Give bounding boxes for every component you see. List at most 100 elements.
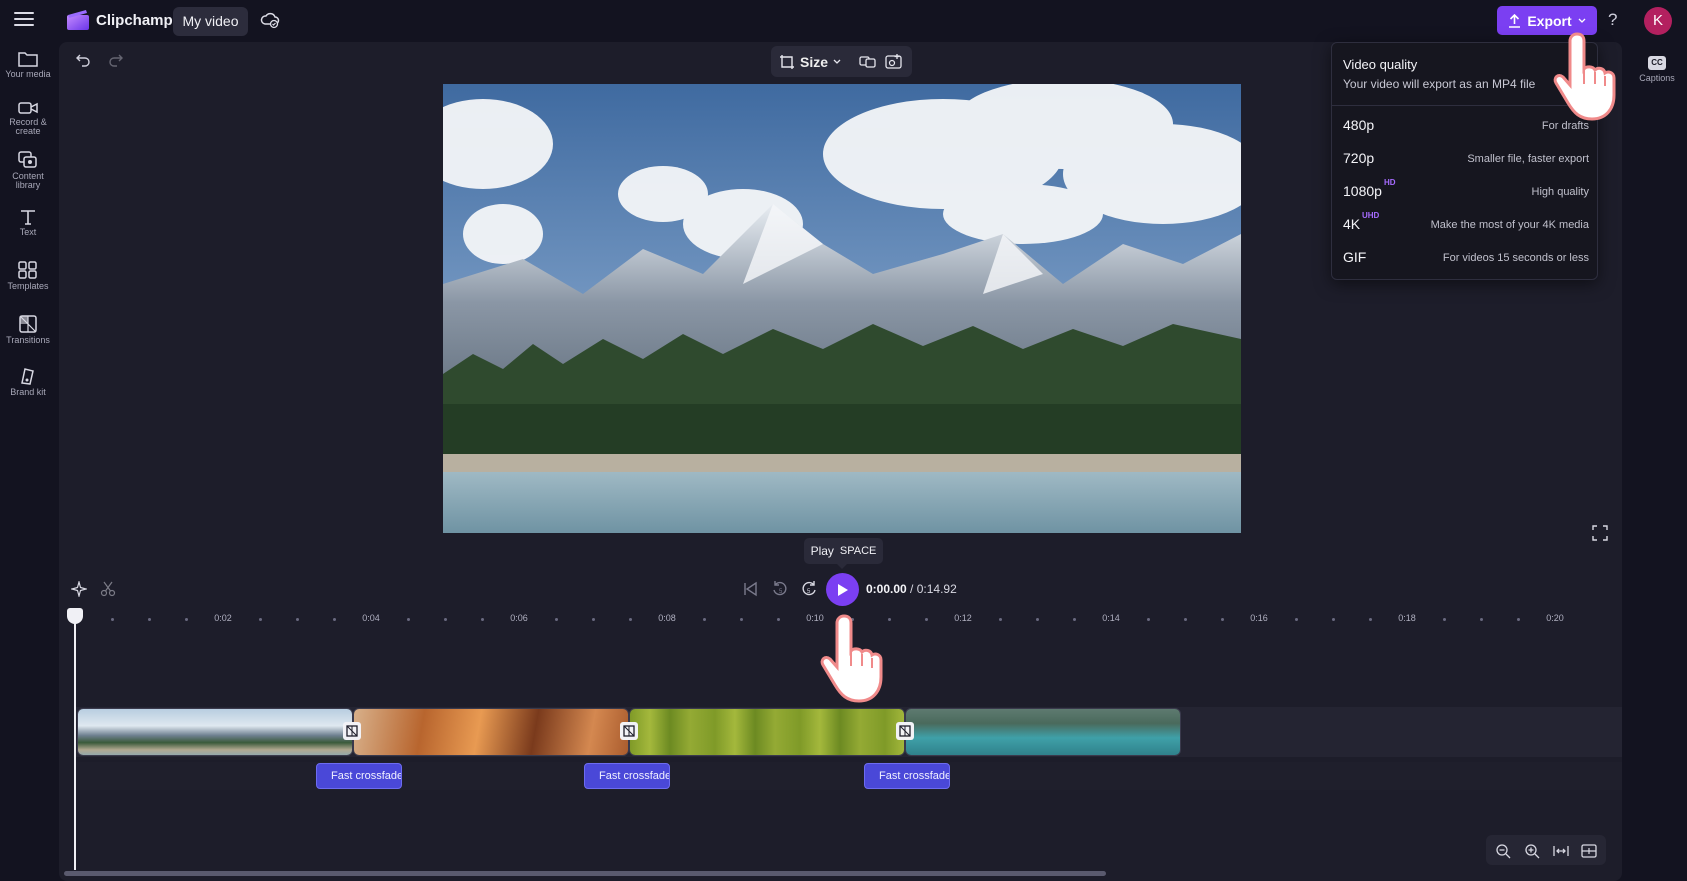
redo-icon[interactable] (108, 52, 124, 68)
quality-option-gif[interactable]: GIF For videos 15 seconds or less (1332, 243, 1599, 273)
text-icon (21, 210, 35, 225)
zoom-out-icon[interactable] (1495, 843, 1511, 859)
magic-sparkle-icon[interactable] (71, 581, 87, 597)
quality-description: High quality (1531, 186, 1589, 198)
export-label: Export (1527, 12, 1572, 29)
menu-subtitle: Your video will export as an MP4 file (1343, 77, 1536, 91)
play-tooltip: Play SPACE (804, 538, 883, 564)
transition-icon[interactable] (343, 722, 361, 740)
rewind-5s-icon[interactable]: 5 (771, 580, 789, 598)
ruler-tick-label: 0:02 (214, 613, 232, 623)
quality-option-720p[interactable]: 720p Smaller file, faster export (1332, 144, 1599, 174)
sidebar-item-brand-kit[interactable]: Brand kit (0, 366, 56, 397)
ruler-tick-label: 0:14 (1102, 613, 1120, 623)
video-preview[interactable] (443, 84, 1241, 533)
playhead-line[interactable] (74, 615, 76, 870)
ruler-dot (111, 618, 114, 621)
zoom-in-icon[interactable] (1524, 843, 1540, 859)
ruler-tick-label: 0:10 (806, 613, 824, 623)
fit-to-timeline-icon[interactable] (1553, 843, 1569, 859)
export-button[interactable]: Export (1497, 6, 1597, 35)
play-button[interactable] (826, 573, 859, 606)
help-icon[interactable]: ? (1608, 10, 1617, 30)
hamburger-menu-icon[interactable] (14, 12, 34, 28)
ruler-dot (407, 618, 410, 621)
video-clip-mountains[interactable] (77, 708, 353, 756)
quality-label: 480p (1343, 117, 1375, 133)
sidebar-item-label: Transitions (6, 335, 50, 345)
undo-icon[interactable] (75, 52, 91, 68)
captions-panel-button[interactable]: CC Captions (1632, 52, 1682, 83)
audio-clip[interactable]: Fast crossfade (584, 763, 670, 789)
right-sidebar: CC Captions (1624, 42, 1687, 881)
quality-option-480p[interactable]: 480p For drafts (1332, 111, 1599, 141)
quality-description: For drafts (1541, 120, 1589, 132)
video-camera-icon (18, 102, 38, 114)
cloud-sync-icon[interactable] (260, 11, 280, 29)
quality-description: Make the most of your 4K media (1430, 219, 1589, 231)
ruler-dot (999, 618, 1002, 621)
video-clip-canyon[interactable] (353, 708, 629, 756)
tooltip-pointer (836, 563, 848, 569)
capture-frame-icon[interactable] (885, 53, 902, 70)
video-clip-lake[interactable] (905, 708, 1181, 756)
ruler-dot (444, 618, 447, 621)
track-layout-icon[interactable] (1581, 843, 1597, 859)
sidebar-item-your-media[interactable]: Your media (0, 50, 56, 79)
ruler-tick-label: 0:18 (1398, 613, 1416, 623)
ruler-dot (1184, 618, 1187, 621)
sidebar-item-label: Record & create (9, 117, 47, 136)
sidebar-item-label: Brand kit (10, 387, 46, 397)
quality-label: 1080p (1343, 183, 1382, 199)
tooltip-shortcut: SPACE (839, 545, 877, 557)
ruler-tick-label: 0:04 (362, 613, 380, 623)
audio-clip-label: Fast crossfade (331, 770, 402, 782)
forward-5s-icon[interactable]: 5 (800, 580, 818, 598)
replace-media-icon[interactable] (859, 53, 876, 70)
quality-option-4k[interactable]: 4K UHD Make the most of your 4K media (1332, 210, 1599, 240)
aspect-ratio-button[interactable]: Size (779, 50, 841, 73)
ruler-dot (740, 618, 743, 621)
sidebar-item-text[interactable]: Text (0, 208, 56, 237)
ruler-dot (296, 618, 299, 621)
play-icon (838, 583, 848, 596)
sidebar-item-templates[interactable]: Templates (0, 260, 56, 291)
sidebar-item-transitions[interactable]: Transitions (0, 314, 56, 345)
sidebar-item-content-library[interactable]: Content library (0, 150, 56, 190)
sidebar-item-record-create[interactable]: Record & create (0, 100, 56, 136)
folder-icon (18, 52, 38, 67)
ruler-dot (259, 618, 262, 621)
sidebar-item-label: Text (19, 227, 37, 237)
app-name: Clipchamp (96, 12, 173, 29)
split-scissors-icon[interactable] (100, 581, 116, 597)
ruler-dot (481, 618, 484, 621)
playhead-handle[interactable] (67, 608, 83, 624)
timeline-horizontal-scrollbar[interactable] (64, 871, 1106, 876)
transitions-icon (19, 315, 37, 333)
project-name-tab[interactable]: My video (173, 7, 248, 36)
sidebar-item-label: Templates (7, 281, 49, 291)
timeline-ruler[interactable]: 0:02 0:04 0:06 0:08 0:10 0:12 0:14 0:16 0:18 0:20 (59, 608, 1622, 628)
user-avatar[interactable]: K (1644, 7, 1672, 35)
transition-icon[interactable] (896, 722, 914, 740)
transition-icon[interactable] (620, 722, 638, 740)
size-label: Size (800, 53, 829, 70)
ruler-dot (1073, 618, 1076, 621)
menu-title: Video quality (1343, 57, 1418, 72)
ruler-dot (1036, 618, 1039, 621)
audio-clip[interactable]: Fast crossfade (864, 763, 950, 789)
skip-to-start-icon[interactable] (741, 580, 759, 598)
export-quality-menu: Video quality Your video will export as … (1331, 42, 1599, 280)
upload-icon (1509, 13, 1521, 28)
current-time: 0:00.00 (866, 582, 907, 596)
ruler-dot (1147, 618, 1150, 621)
ruler-dot (1369, 618, 1372, 621)
quality-option-1080p[interactable]: 1080p HD High quality (1332, 177, 1599, 207)
ruler-dot (1517, 618, 1520, 621)
audio-clip[interactable]: Fast crossfade (316, 763, 402, 789)
ruler-dot (555, 618, 558, 621)
video-clip-grass[interactable] (629, 708, 905, 756)
ruler-tick-label: 0:20 (1546, 613, 1564, 623)
fullscreen-icon[interactable] (1592, 525, 1608, 541)
ruler-dot (888, 618, 891, 621)
